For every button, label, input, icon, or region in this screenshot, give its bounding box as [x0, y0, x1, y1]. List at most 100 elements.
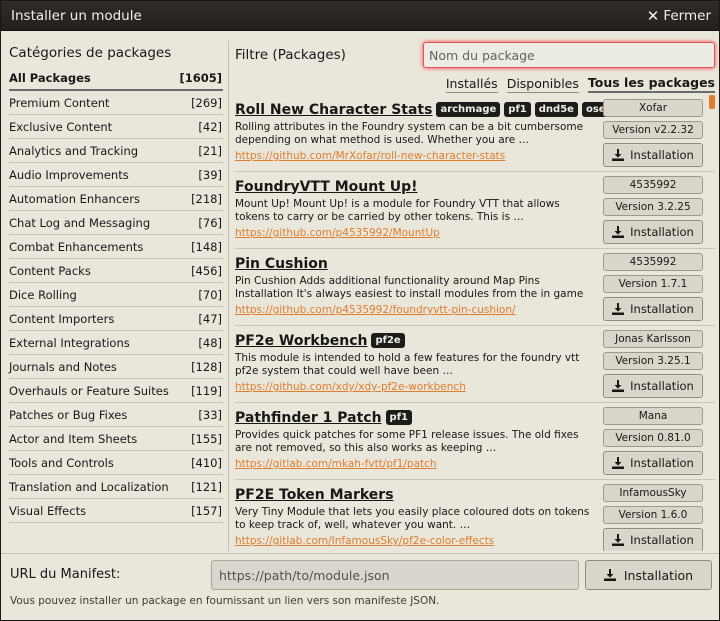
package-meta: Xofar Version v2.2.32 Installation: [603, 99, 703, 167]
manifest-hint: Vous pouvez installer un package en four…: [10, 595, 440, 607]
package-search-input[interactable]: [423, 42, 715, 68]
package-author: Jonas Karlsson: [603, 330, 703, 348]
category-label: Actor and Item Sheets: [9, 431, 138, 446]
category-count: [410]: [191, 455, 222, 470]
package-description: This module is intended to hold a few fe…: [235, 352, 580, 377]
package-name-link[interactable]: PF2e Workbench: [235, 333, 367, 349]
category-count: [157]: [191, 503, 222, 518]
package-meta: Jonas Karlsson Version 3.25.1 Installation: [603, 330, 703, 398]
package-name-link[interactable]: FoundryVTT Mount Up!: [235, 179, 418, 195]
install-module-window: Installer un module ✕ Fermer Catégories …: [0, 0, 720, 621]
sidebar-item-combat-enhancements[interactable]: Combat Enhancements [148]: [9, 235, 223, 259]
sidebar-item-all-packages[interactable]: All Packages [1605]: [9, 67, 223, 91]
category-count: [148]: [191, 239, 222, 254]
category-count: [70]: [198, 287, 222, 302]
sidebar-item-translation-and-localization[interactable]: Translation and Localization [121]: [9, 475, 223, 499]
close-label: Fermer: [663, 7, 711, 24]
package-description: Rolling attributes in the Foundry system…: [235, 121, 584, 146]
sidebar-item-content-packs[interactable]: Content Packs [456]: [9, 259, 223, 283]
category-label: External Integrations: [9, 335, 130, 350]
sidebar-item-premium-content[interactable]: Premium Content [269]: [9, 91, 223, 115]
package-meta: Mana Version 0.81.0 Installation: [603, 407, 703, 475]
package-install-button[interactable]: Installation: [603, 451, 703, 475]
category-count: [119]: [191, 383, 222, 398]
category-label: Overhauls or Feature Suites: [9, 383, 169, 398]
package-description: Very Tiny Module that lets you easily pl…: [235, 506, 590, 531]
package-version: Version 3.2.25: [603, 198, 703, 216]
category-label: Analytics and Tracking: [9, 143, 139, 158]
package-name-link[interactable]: Pin Cushion: [235, 256, 328, 272]
category-label: Translation and Localization: [9, 479, 169, 494]
tab-all-packages[interactable]: Tous les packages: [587, 75, 715, 93]
category-label: Content Importers: [9, 311, 115, 326]
sidebar-item-patches-or-bug-fixes[interactable]: Patches or Bug Fixes [33]: [9, 403, 223, 427]
sidebar-item-audio-improvements[interactable]: Audio Improvements [39]: [9, 163, 223, 187]
category-count: [47]: [198, 311, 222, 326]
package-title-row: FoundryVTT Mount Up!: [235, 176, 597, 197]
sidebar-divider: [228, 41, 229, 551]
sidebar-item-overhauls-or-feature-suites[interactable]: Overhauls or Feature Suites [119]: [9, 379, 223, 403]
manifest-url-input[interactable]: [211, 560, 579, 590]
install-label: Installation: [630, 148, 694, 162]
package-name-link[interactable]: Roll New Character Stats: [235, 102, 432, 118]
package-install-button[interactable]: Installation: [603, 143, 703, 167]
category-count: [39]: [198, 167, 222, 182]
category-label: Patches or Bug Fixes: [9, 407, 128, 422]
package-name-link[interactable]: Pathfinder 1 Patch: [235, 410, 382, 426]
package-list[interactable]: Roll New Character Stats archmage pf1 dnd5e…: [235, 95, 715, 551]
window-titlebar[interactable]: Installer un module ✕ Fermer: [1, 1, 719, 31]
download-icon: [603, 569, 616, 581]
close-icon: ✕: [646, 6, 660, 25]
package-meta: 4535992 Version 3.2.25 Installation: [603, 176, 703, 244]
package-title-row: Pathfinder 1 Patch pf1: [235, 407, 597, 428]
category-count: [456]: [191, 263, 222, 278]
category-count: [155]: [191, 431, 222, 446]
manifest-install-label: Installation: [623, 567, 694, 583]
category-count: [1605]: [179, 71, 222, 85]
category-count: [42]: [198, 119, 222, 134]
window-title: Installer un module: [11, 7, 142, 24]
sidebar-item-visual-effects[interactable]: Visual Effects [157]: [9, 499, 223, 523]
package-name-link[interactable]: PF2E Token Markers: [235, 487, 394, 503]
manifest-install-button[interactable]: Installation: [585, 560, 712, 590]
sidebar-item-analytics-and-tracking[interactable]: Analytics and Tracking [21]: [9, 139, 223, 163]
package-meta: 4535992 Version 1.7.1 Installation: [603, 253, 703, 321]
sidebar-item-tools-and-controls[interactable]: Tools and Controls [410]: [9, 451, 223, 475]
package-version: Version 3.25.1: [603, 352, 703, 370]
tab-available[interactable]: Disponibles: [506, 76, 579, 93]
category-count: [21]: [198, 143, 222, 158]
package-entry: PF2e Workbench pf2e This module is intende…: [235, 326, 715, 403]
package-install-button[interactable]: Installation: [603, 297, 703, 321]
sidebar-item-content-importers[interactable]: Content Importers [47]: [9, 307, 223, 331]
sidebar-heading: Catégories de packages: [9, 45, 172, 61]
system-tag: pf2e: [371, 333, 405, 348]
sidebar-item-actor-and-item-sheets[interactable]: Actor and Item Sheets [155]: [9, 427, 223, 451]
category-count: [33]: [198, 407, 222, 422]
sidebar-item-journals-and-notes[interactable]: Journals and Notes [128]: [9, 355, 223, 379]
category-label: Audio Improvements: [9, 167, 129, 182]
sidebar-item-chat-log-and-messaging[interactable]: Chat Log and Messaging [76]: [9, 211, 223, 235]
package-entry: Roll New Character Stats archmage pf1 dnd5e…: [235, 95, 715, 172]
category-label: Dice Rolling: [9, 287, 77, 302]
category-label: Content Packs: [9, 263, 91, 278]
sidebar-item-dice-rolling[interactable]: Dice Rolling [70]: [9, 283, 223, 307]
category-count: [128]: [191, 359, 222, 374]
package-install-button[interactable]: Installation: [603, 220, 703, 244]
tab-installed[interactable]: Installés: [445, 76, 498, 93]
close-button[interactable]: ✕ Fermer: [647, 7, 711, 25]
package-install-button[interactable]: Installation: [603, 374, 703, 398]
sidebar-item-external-integrations[interactable]: External Integrations [48]: [9, 331, 223, 355]
package-author: Xofar: [603, 99, 703, 117]
filter-row: Filtre (Packages): [235, 41, 715, 69]
download-icon: [612, 457, 625, 469]
package-install-button[interactable]: Installation: [603, 528, 703, 551]
package-version: Version 0.81.0: [603, 429, 703, 447]
sidebar-item-automation-enhancers[interactable]: Automation Enhancers [218]: [9, 187, 223, 211]
download-icon: [612, 303, 625, 315]
sidebar-item-exclusive-content[interactable]: Exclusive Content [42]: [9, 115, 223, 139]
package-entry: Pathfinder 1 Patch pf1 Provides quick patc…: [235, 403, 715, 480]
package-author: 4535992: [603, 176, 703, 194]
package-entry: PF2E Token Markers Very Tiny Module that …: [235, 480, 715, 551]
package-description: Mount Up! Mount Up! is a module for Foun…: [235, 198, 560, 223]
install-label: Installation: [630, 302, 694, 316]
